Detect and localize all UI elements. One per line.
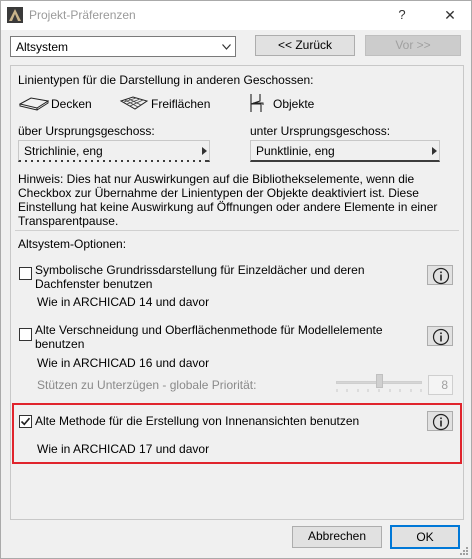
checkmark-icon xyxy=(20,417,31,426)
title-bar: Projekt-Präferenzen ? ✕ xyxy=(1,1,471,30)
preset-value: Altsystem xyxy=(16,40,69,54)
priority-slider-thumb[interactable] xyxy=(375,374,383,388)
linetypes-heading: Linientypen für die Darstellung in ander… xyxy=(18,73,314,87)
slab-icon xyxy=(19,97,49,111)
ok-button[interactable]: OK xyxy=(390,525,460,549)
help-button[interactable]: ? xyxy=(391,5,413,25)
triangle-right-icon xyxy=(202,147,207,155)
linetypes-note: Hinweis: Dies hat nur Auswirkungen auf d… xyxy=(18,172,438,228)
priority-slider-ticks xyxy=(336,389,422,392)
mesh-icon xyxy=(119,96,149,110)
category-meshes-label: Freiflächen xyxy=(151,97,211,111)
priority-label: Stützen zu Unterzügen - globale Prioritä… xyxy=(37,378,257,392)
option-note-roof-symbols: Wie in ARCHICAD 14 und davor xyxy=(37,295,210,309)
below-story-linetype-value: Punktlinie, eng xyxy=(256,144,335,158)
info-button-interior-elevations[interactable] xyxy=(427,411,453,431)
option-label-intersection: Alte Verschneidung und Oberflächenmethod… xyxy=(35,323,383,351)
info-icon xyxy=(432,328,450,346)
above-story-linetype-value: Strichlinie, eng xyxy=(24,144,103,158)
option-label-interior-elevations: Alte Methode für die Erstellung von Inne… xyxy=(35,414,360,428)
preset-dropdown[interactable]: Altsystem xyxy=(10,36,236,57)
resize-grip-icon[interactable] xyxy=(459,546,469,556)
priority-value-field[interactable]: 8 xyxy=(428,375,453,395)
info-icon xyxy=(432,267,450,285)
chair-object-icon xyxy=(250,94,264,112)
info-icon xyxy=(432,413,450,431)
above-story-label: über Ursprungsgeschoss: xyxy=(18,124,155,138)
info-button-roof-symbols[interactable] xyxy=(427,265,453,285)
triangle-right-icon xyxy=(432,147,437,155)
option-label-roof-symbols: Symbolische Grundrissdarstellung für Ein… xyxy=(35,263,365,291)
chevron-down-icon xyxy=(222,44,231,50)
close-button[interactable]: ✕ xyxy=(437,5,463,25)
dashed-line-sample xyxy=(21,160,207,162)
below-story-label: unter Ursprungsgeschoss: xyxy=(250,124,391,138)
legacy-options-heading: Altsystem-Optionen: xyxy=(18,237,127,251)
archicad-app-icon xyxy=(7,7,23,23)
settings-panel: Linientypen für die Darstellung in ander… xyxy=(10,65,464,520)
above-story-linetype-picker[interactable]: Strichlinie, eng xyxy=(18,140,210,162)
section-divider xyxy=(15,230,459,231)
back-button[interactable]: << Zurück xyxy=(255,35,355,56)
category-slabs-label: Decken xyxy=(51,97,92,111)
forward-button[interactable]: Vor >> xyxy=(365,35,461,56)
category-objects-label: Objekte xyxy=(273,97,315,111)
cancel-button[interactable]: Abbrechen xyxy=(292,526,382,548)
option-checkbox-interior-elevations[interactable] xyxy=(19,415,32,428)
below-story-linetype-picker[interactable]: Punktlinie, eng xyxy=(250,140,440,162)
info-button-intersection[interactable] xyxy=(427,326,453,346)
window-title: Projekt-Präferenzen xyxy=(29,8,136,22)
preferences-dialog: Projekt-Präferenzen ? ✕ Altsystem << Zur… xyxy=(0,0,472,559)
option-checkbox-roof-symbols[interactable] xyxy=(19,267,32,280)
option-note-intersection: Wie in ARCHICAD 16 und davor xyxy=(37,356,210,370)
option-note-interior-elevations: Wie in ARCHICAD 17 und davor xyxy=(37,442,210,456)
option-checkbox-intersection[interactable] xyxy=(19,328,32,341)
